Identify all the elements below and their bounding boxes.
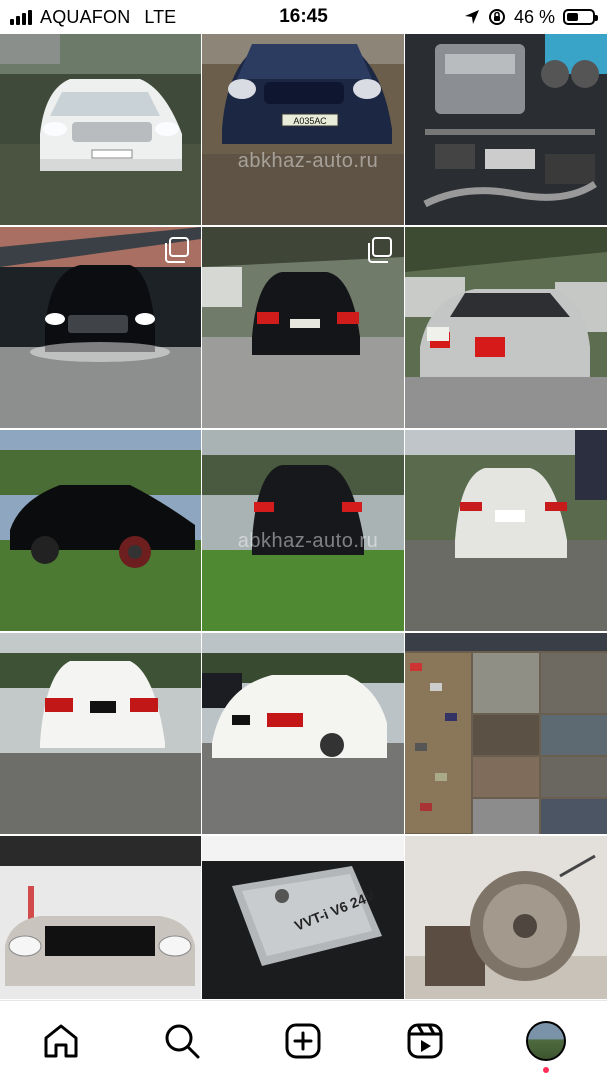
silver-sedan-rear-photo [405, 227, 607, 428]
multiple-photos-icon [165, 237, 189, 263]
white-lexus-photo [0, 34, 201, 225]
status-bar: AQUAFON LTE 16:45 46 % [0, 0, 607, 34]
tab-search[interactable] [142, 1011, 222, 1071]
battery-percentage: 46 % [513, 6, 555, 27]
home-icon [44, 1024, 78, 1058]
post-thumbnail[interactable]: А035АС abkhaz-auto.ru [202, 34, 404, 225]
black-lexus-side-photo [0, 430, 201, 631]
post-thumbnail[interactable] [405, 633, 607, 834]
parts-collage-photo [405, 633, 607, 834]
post-thumbnail[interactable] [0, 633, 201, 834]
reels-icon [407, 1023, 443, 1059]
new-post-icon [285, 1023, 321, 1059]
watermark-text: abkhaz-auto.ru [237, 530, 379, 552]
white-crown-rear-photo [0, 633, 201, 834]
post-thumbnail[interactable] [405, 34, 607, 225]
white-crown-side-photo [202, 633, 404, 834]
post-thumbnail[interactable]: abkhaz-auto.ru [202, 430, 404, 631]
watermark-text: abkhaz-auto.ru [237, 150, 379, 172]
location-arrow-icon [464, 10, 479, 24]
tab-profile[interactable] [506, 1011, 586, 1073]
tab-home[interactable] [21, 1011, 101, 1071]
profile-avatar [526, 1021, 567, 1061]
v6-engine-photo: VVT-i V6 24V [202, 836, 404, 999]
post-thumbnail[interactable] [0, 227, 201, 428]
post-thumbnail[interactable] [0, 836, 201, 999]
status-right: 46 % [464, 6, 598, 28]
post-thumbnail[interactable] [202, 227, 404, 428]
post-thumbnail[interactable] [405, 836, 607, 999]
post-thumbnail[interactable]: VVT-i V6 24V [202, 836, 404, 999]
activity-dot [543, 1067, 550, 1073]
tab-new-post[interactable] [263, 1011, 343, 1071]
license-plate: А035АС [293, 116, 327, 126]
post-thumbnail[interactable] [202, 633, 404, 834]
white-lexus-is-rear-photo [405, 430, 607, 631]
profile-post-grid: А035АС abkhaz-auto.ru abkhaz-auto.ru VVT… [0, 34, 607, 1000]
rotation-lock-icon [488, 9, 505, 25]
bottom-tab-bar [0, 1000, 607, 1081]
dark-blue-toyota-photo: А035АС [202, 34, 404, 225]
tab-reels[interactable] [385, 1011, 465, 1071]
post-thumbnail[interactable] [405, 430, 607, 631]
post-thumbnail[interactable] [0, 430, 201, 631]
transmission-photo [405, 836, 607, 999]
engine-parts-photo [405, 34, 607, 225]
battery-fill [567, 13, 579, 21]
post-thumbnail[interactable] [0, 34, 201, 225]
front-clip-photo [0, 836, 201, 999]
search-icon [165, 1024, 200, 1059]
multiple-photos-icon [368, 237, 392, 263]
battery-icon [563, 9, 598, 25]
post-thumbnail[interactable] [405, 227, 607, 428]
